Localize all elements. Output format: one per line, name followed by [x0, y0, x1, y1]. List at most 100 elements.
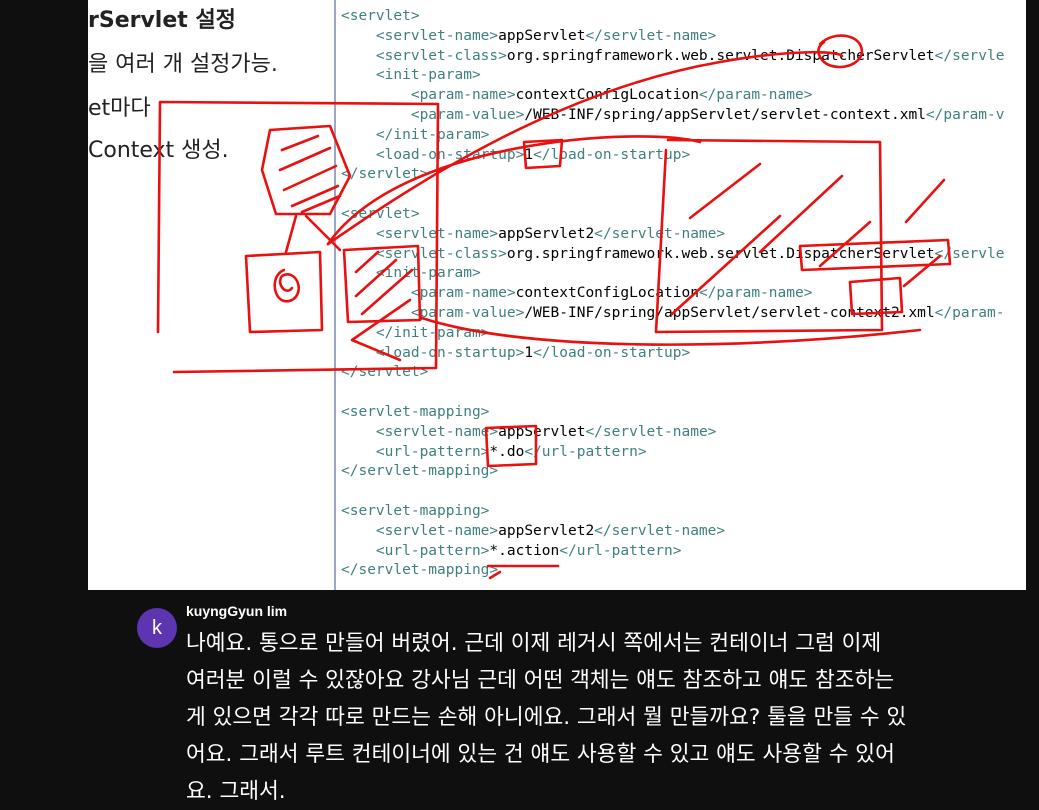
- code-line: <servlet-class>org.springframework.web.s…: [341, 245, 1005, 265]
- comment-line: 게 있으면 각각 따로 만드는 손해 아니에요. 그래서 뭘 만들까요? 툴을 …: [186, 705, 907, 730]
- xml-tag: <servlet>: [341, 8, 420, 24]
- xml-text: [341, 305, 411, 321]
- xml-tag: </load-on-startup>: [533, 146, 691, 163]
- xml-tag: <param-name>: [410, 285, 516, 302]
- xml-tag: <servlet-name>: [375, 522, 499, 539]
- xml-text: [341, 127, 376, 143]
- comment-line: 여러분 이럴 수 있잖아요 강사님 근데 어떤 객체는 얘도 참조하고 얘도 참…: [186, 668, 895, 693]
- xml-tag: </init-param>: [375, 126, 490, 143]
- xml-tag: </url-pattern>: [524, 443, 647, 460]
- xml-tag: <init-param>: [375, 67, 481, 84]
- slide-heading: rServlet 설정: [88, 8, 236, 33]
- xml-text: [341, 265, 376, 281]
- code-line: <servlet-mapping>: [341, 403, 1005, 423]
- xml-tag: </init-param>: [375, 324, 490, 341]
- xml-tag: </load-on-startup>: [533, 344, 691, 361]
- code-line: <url-pattern>*.action</url-pattern>: [341, 542, 1005, 562]
- avatar[interactable]: k: [137, 608, 177, 648]
- xml-tag: <servlet-class>: [375, 47, 507, 64]
- xml-tag: <url-pattern>: [375, 542, 490, 559]
- xml-text: contextConfigLocation: [515, 87, 699, 104]
- code-line: <servlet-class>org.springframework.web.s…: [341, 47, 1005, 67]
- code-line: <servlet-name>appServlet</servlet-name>: [341, 423, 1005, 443]
- xml-tag: </servlet>: [341, 364, 429, 381]
- code-line: </init-param>: [341, 324, 1005, 344]
- code-line: <servlet-mapping>: [341, 502, 1005, 522]
- xml-tag: </param-name>: [698, 87, 813, 104]
- xml-code-block: <servlet> <servlet-name>appServlet</serv…: [341, 7, 1005, 581]
- xml-tag: </servlet-mapping>: [341, 562, 499, 579]
- xml-tag: </param-: [934, 304, 1005, 321]
- xml-text: /WEB-INF/spring/appServlet/servlet-conte…: [524, 304, 935, 321]
- comment-text: 나예요. 통으로 만들어 버렸어. 근데 이제 레거시 쪽에서는 컨테이너 그럼…: [186, 625, 986, 810]
- slide-bullet-3: Context 생성.: [88, 138, 229, 163]
- xml-text: [341, 424, 376, 440]
- xml-tag: </servlet>: [341, 166, 429, 183]
- xml-text: appServlet2: [498, 225, 595, 242]
- comment-line: 요. 그래서.: [186, 779, 286, 804]
- slide-bullet-2: et마다: [88, 96, 151, 121]
- lecture-slide: rServlet 설정 을 여러 개 설정가능. et마다 Context 생성…: [88, 0, 1026, 590]
- code-line: </servlet-mapping>: [341, 462, 1005, 482]
- xml-text: *.do: [489, 443, 525, 460]
- code-line: <load-on-startup>1</load-on-startup>: [341, 344, 1005, 364]
- xml-text: [341, 246, 376, 262]
- xml-tag: <url-pattern>: [375, 443, 490, 460]
- xml-tag: <servlet-name>: [375, 27, 499, 44]
- xml-tag: <servlet>: [341, 205, 420, 222]
- xml-text: [341, 107, 411, 123]
- code-line: <servlet-name>appServlet2</servlet-name>: [341, 225, 1005, 245]
- xml-tag: </servlet-name>: [594, 522, 726, 539]
- xml-text: [341, 285, 411, 301]
- video-frame[interactable]: rServlet 설정 을 여러 개 설정가능. et마다 Context 생성…: [0, 0, 1039, 590]
- xml-text: org.springframework.web.servlet.Dispatch…: [506, 47, 935, 64]
- code-line: </servlet-mapping>: [341, 561, 1005, 581]
- xml-tag: </servle: [934, 47, 1005, 64]
- code-line: <servlet>: [341, 205, 1005, 225]
- xml-tag: </param-name>: [698, 285, 813, 302]
- xml-text: [341, 444, 376, 460]
- xml-text: 1: [524, 146, 534, 163]
- xml-text: [341, 523, 376, 539]
- xml-tag: </param-v: [925, 106, 1005, 123]
- xml-text: [341, 325, 376, 341]
- code-line: </init-param>: [341, 126, 1005, 146]
- slide-divider: [334, 0, 336, 590]
- xml-text: [341, 543, 376, 559]
- code-line: <param-value>/WEB-INF/spring/appServlet/…: [341, 106, 1005, 126]
- code-line: <servlet-name>appServlet</servlet-name>: [341, 27, 1005, 47]
- code-line: <servlet-name>appServlet2</servlet-name>: [341, 522, 1005, 542]
- xml-text: /WEB-INF/spring/appServlet/servlet-conte…: [524, 106, 926, 123]
- xml-tag: <param-value>: [410, 304, 525, 321]
- xml-tag: <servlet-name>: [375, 225, 499, 242]
- comment-line: 나예요. 통으로 만들어 버렸어. 근데 이제 레거시 쪽에서는 컨테이너 그럼…: [186, 631, 882, 656]
- xml-tag: </servlet-name>: [594, 225, 726, 242]
- xml-tag: </url-pattern>: [559, 542, 682, 559]
- slide-bullet-1: 을 여러 개 설정가능.: [88, 52, 278, 77]
- xml-text: [341, 67, 376, 83]
- xml-tag: <init-param>: [375, 265, 481, 282]
- xml-tag: <servlet-name>: [375, 423, 499, 440]
- xml-tag: </servlet-name>: [585, 423, 717, 440]
- code-line: <init-param>: [341, 264, 1005, 284]
- code-line: </servlet>: [341, 363, 1005, 383]
- code-line: <param-name>contextConfigLocation</param…: [341, 284, 1005, 304]
- xml-text: 1: [524, 344, 534, 361]
- xml-tag: <load-on-startup>: [375, 344, 525, 361]
- xml-tag: <param-value>: [410, 106, 525, 123]
- code-line: </servlet>: [341, 165, 1005, 185]
- xml-text: appServlet: [498, 423, 586, 440]
- xml-tag: <servlet-mapping>: [341, 502, 490, 519]
- xml-text: org.springframework.web.servlet.Dispatch…: [506, 245, 935, 262]
- comment-username[interactable]: kuyngGyun lim: [186, 603, 287, 619]
- code-line: <load-on-startup>1</load-on-startup>: [341, 146, 1005, 166]
- code-line: <servlet>: [341, 7, 1005, 27]
- code-line: <url-pattern>*.do</url-pattern>: [341, 443, 1005, 463]
- xml-text: [341, 226, 376, 242]
- xml-text: [341, 28, 376, 44]
- slide-text-panel: rServlet 설정 을 여러 개 설정가능. et마다 Context 생성…: [88, 0, 334, 590]
- xml-tag: <servlet-mapping>: [341, 403, 490, 420]
- xml-text: contextConfigLocation: [515, 285, 699, 302]
